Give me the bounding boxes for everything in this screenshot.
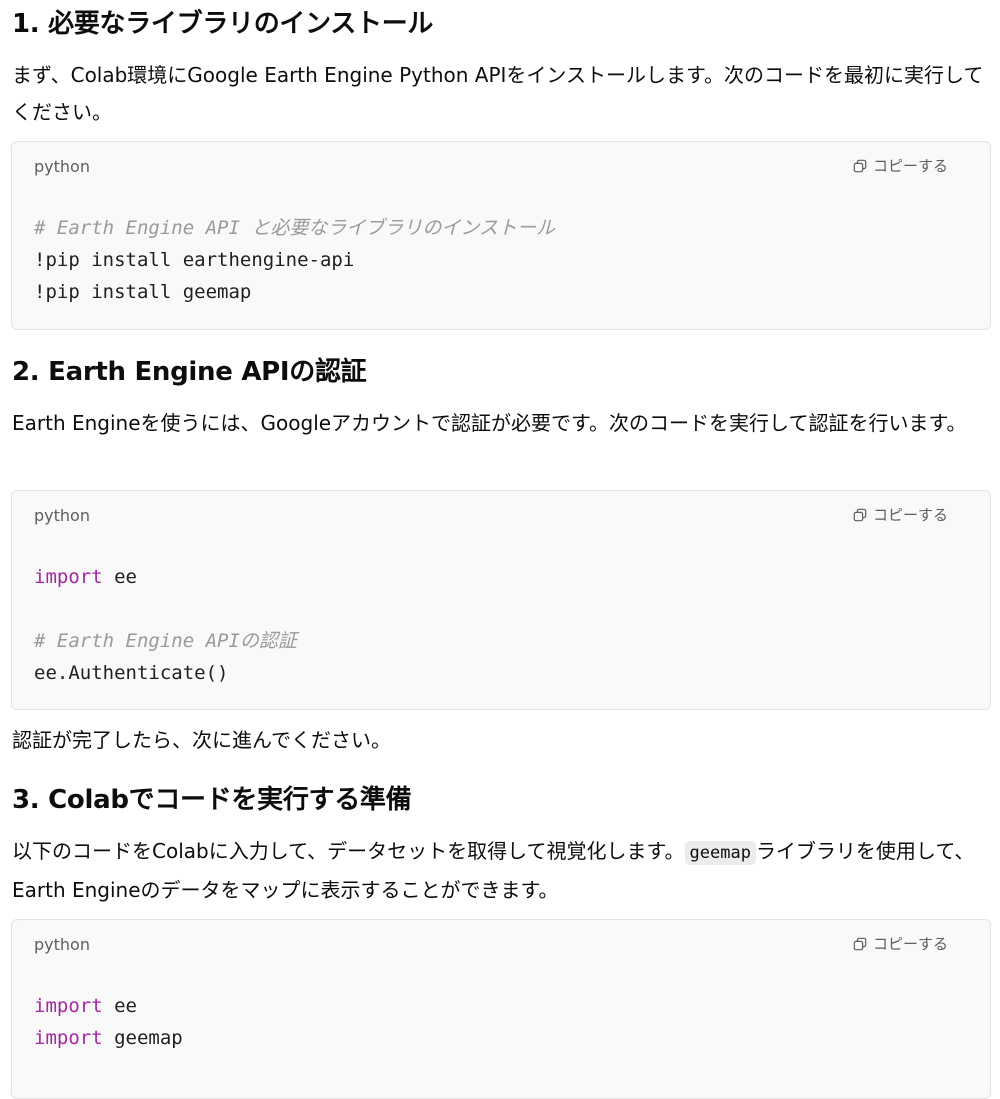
code-text: ee bbox=[102, 566, 137, 588]
section-heading-install: 1. 必要なライブラリのインストール bbox=[12, 9, 434, 39]
code-text: !pip install geemap bbox=[34, 281, 252, 303]
code-content[interactable]: import ee import geemap bbox=[34, 990, 183, 1054]
inline-code-geemap: geemap bbox=[684, 841, 756, 865]
code-line: !pip install earthengine-api bbox=[34, 244, 555, 276]
code-block-install: python コピーする # Earth Engine API と必要なライブラ… bbox=[11, 141, 991, 330]
code-content[interactable]: import ee # Earth Engine APIの認証 ee.Authent… bbox=[34, 561, 297, 689]
install-intro-text: まず、Colab環境にGoogle Earth Engine Python AP… bbox=[12, 63, 984, 124]
copy-code-button[interactable]: コピーする bbox=[853, 505, 948, 525]
code-comment: # Earth Engine API と必要なライブラリのインストール bbox=[34, 217, 555, 239]
copy-icon bbox=[853, 508, 867, 522]
auth-after-text: 認証が完了したら、次に進んでください。 bbox=[12, 728, 391, 752]
code-keyword: import bbox=[34, 1027, 103, 1049]
prepare-intro-text: 以下のコードをColabに入力して、データセットを取得して視覚化します。 geem… bbox=[12, 833, 990, 909]
code-comment: # Earth Engine APIの認証 bbox=[34, 630, 297, 652]
code-text: geemap bbox=[102, 1027, 183, 1049]
code-line: !pip install geemap bbox=[34, 276, 555, 308]
code-content[interactable]: # Earth Engine API と必要なライブラリのインストール !pip … bbox=[34, 212, 555, 308]
code-text: ee.Authenticate() bbox=[34, 662, 229, 684]
code-keyword: import bbox=[34, 995, 103, 1017]
code-language-label: python bbox=[34, 935, 90, 954]
code-line-comment: # Earth Engine API と必要なライブラリのインストール bbox=[34, 212, 555, 244]
code-text: !pip install earthengine-api bbox=[34, 249, 355, 271]
code-keyword: import bbox=[34, 566, 103, 588]
prepare-intro-before: 以下のコードをColabに入力して、データセットを取得して視覚化します。 bbox=[12, 839, 685, 863]
copy-icon bbox=[853, 937, 867, 951]
section-heading-prepare: 3. Colabでコードを実行する準備 bbox=[12, 785, 412, 815]
copy-label: コピーする bbox=[872, 506, 948, 524]
code-line: ee.Authenticate() bbox=[34, 657, 297, 689]
copy-label: コピーする bbox=[872, 935, 948, 953]
copy-label: コピーする bbox=[872, 157, 948, 175]
code-line: import geemap bbox=[34, 1022, 183, 1054]
copy-code-button[interactable]: コピーする bbox=[853, 156, 948, 176]
code-block-auth: python コピーする import ee # Earth Engine API… bbox=[11, 490, 991, 710]
code-line: import ee bbox=[34, 561, 297, 593]
code-language-label: python bbox=[34, 157, 90, 176]
code-language-label: python bbox=[34, 506, 90, 525]
copy-code-button[interactable]: コピーする bbox=[853, 934, 948, 954]
code-line-comment: # Earth Engine APIの認証 bbox=[34, 625, 297, 657]
section-heading-auth: 2. Earth Engine APIの認証 bbox=[12, 357, 367, 387]
auth-intro-text: Earth Engineを使うには、Googleアカウントで認証が必要です。次の… bbox=[12, 411, 967, 435]
code-block-prepare: python コピーする import ee import geemap bbox=[11, 919, 991, 1099]
copy-icon bbox=[853, 159, 867, 173]
code-text: ee bbox=[102, 995, 137, 1017]
code-line: import ee bbox=[34, 990, 183, 1022]
